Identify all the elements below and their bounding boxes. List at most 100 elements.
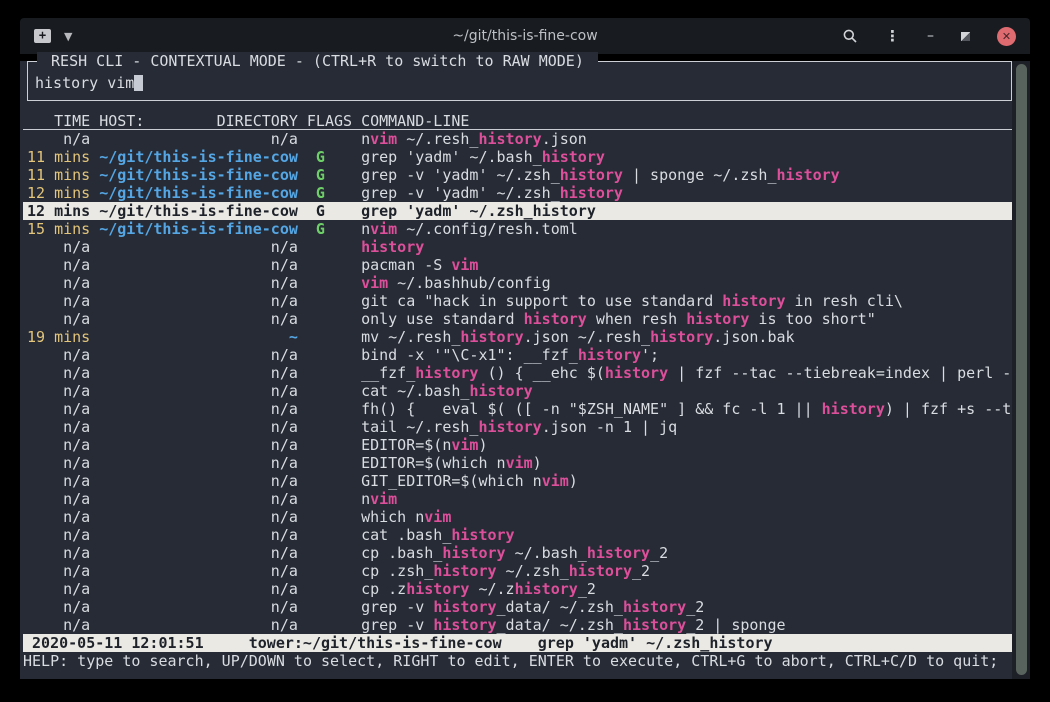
history-row[interactable]: n/an/acat .bash_history: [23, 526, 1012, 544]
history-row[interactable]: n/an/anvim: [23, 490, 1012, 508]
row-command: nvim: [361, 490, 1012, 508]
row-command: pacman -S vim: [361, 256, 1012, 274]
history-row[interactable]: 15 mins~/git/this-is-fine-cowGnvim ~/.co…: [23, 220, 1012, 238]
history-row[interactable]: n/a n/a EDITOR=$(which nvim): [23, 454, 1012, 472]
row-directory: n/a: [99, 454, 298, 472]
row-flags: [307, 274, 352, 292]
history-row[interactable]: n/an/anvim ~/.resh_history.json: [23, 130, 1012, 148]
row-directory: n/a: [99, 616, 298, 634]
history-row[interactable]: n/a n/a only use standard history when res…: [23, 310, 1012, 328]
row-directory: ~/git/this-is-fine-cow: [99, 202, 298, 220]
history-row[interactable]: n/an/aGIT_EDITOR=$(which nvim): [23, 472, 1012, 490]
history-row[interactable]: n/an/acp .bash_history ~/.bash_history_2: [23, 544, 1012, 562]
row-command: nvim ~/.config/resh.toml: [361, 220, 1012, 238]
history-row[interactable]: n/an/a__fzf_history () { __ehc $(history…: [23, 364, 1012, 382]
row-command: cp .zsh_history ~/.zsh_history_2: [361, 562, 1012, 580]
row-directory: ~: [99, 328, 298, 346]
history-row[interactable]: 11 mins~/git/this-is-fine-cowGgrep -v 'y…: [23, 166, 1012, 184]
history-row[interactable]: n/an/acat ~/.bash_history: [23, 382, 1012, 400]
history-row[interactable]: n/an/apacman -S vim: [23, 256, 1012, 274]
row-time: 12 mins: [27, 184, 90, 202]
row-time: n/a: [27, 238, 90, 256]
row-flags: [307, 454, 352, 472]
chevron-down-icon[interactable]: ▼: [64, 31, 72, 42]
history-row[interactable]: n/an/abind -x '"\C-x1": __fzf_history';: [23, 346, 1012, 364]
help-line: HELP: type to search, UP/DOWN to select,…: [23, 652, 1012, 670]
row-directory: n/a: [99, 418, 298, 436]
row-directory: n/a: [99, 292, 298, 310]
row-flags: [307, 616, 352, 634]
row-time: 15 mins: [27, 220, 90, 238]
row-flags: [307, 328, 352, 346]
history-row-selected[interactable]: 12 mins~/git/this-is-fine-cowGgrep 'yadm…: [23, 202, 1012, 220]
history-row[interactable]: 12 mins~/git/this-is-fine-cowGgrep -v 'y…: [23, 184, 1012, 202]
terminal-content: RESH CLI - CONTEXTUAL MODE - (CTRL+R to …: [20, 61, 1030, 679]
menu-kebab-icon[interactable]: ⋮: [885, 29, 900, 44]
row-command: fh() { eval $( ([ -n "$ZSH_NAME" ] && fc…: [361, 400, 1012, 418]
header-directory: DIRECTORY: [217, 112, 298, 130]
row-flags: [307, 382, 352, 400]
row-time: 11 mins: [27, 166, 90, 184]
row-time: n/a: [27, 292, 90, 310]
history-row[interactable]: n/an/agrep -v history_data/ ~/.zsh_histo…: [23, 616, 1012, 634]
row-flags: [307, 562, 352, 580]
terminal-window: + ▼ ~/git/this-is-fine-cow ⋮ – ✕ RESH CL…: [20, 18, 1030, 672]
row-command: cat .bash_history: [361, 526, 1012, 544]
status-bar: 2020-05-11 12:01:51tower:~/git/this-is-f…: [23, 634, 1012, 652]
scrollbar-track[interactable]: [1012, 61, 1030, 679]
history-row[interactable]: n/an/agit ca "hack in support to use sta…: [23, 292, 1012, 310]
minimize-button[interactable]: –: [927, 29, 934, 43]
row-directory: n/a: [99, 310, 298, 328]
row-flags: [307, 508, 352, 526]
row-command: mv ~/.resh_history.json ~/.resh_history.…: [361, 328, 1012, 346]
row-time: n/a: [27, 508, 90, 526]
history-row[interactable]: n/an/acp .zhistory ~/.zhistory_2: [23, 580, 1012, 598]
row-command: EDITOR=$(which nvim): [361, 454, 1012, 472]
row-time: n/a: [27, 598, 90, 616]
window-title: ~/git/this-is-fine-cow: [452, 28, 597, 44]
history-row[interactable]: n/an/acp .zsh_history ~/.zsh_history_2: [23, 562, 1012, 580]
history-row[interactable]: n/an/avim ~/.bashhub/config: [23, 274, 1012, 292]
row-time: n/a: [27, 364, 90, 382]
row-command: EDITOR=$(nvim): [361, 436, 1012, 454]
row-command: vim ~/.bashhub/config: [361, 274, 1012, 292]
status-datetime: 2020-05-11 12:01:51: [32, 634, 204, 652]
row-command: grep 'yadm' ~/.zsh_history: [361, 202, 1012, 220]
history-row[interactable]: 11 mins~/git/this-is-fine-cowGgrep 'yadm…: [23, 148, 1012, 166]
search-input[interactable]: history vim: [28, 74, 1011, 92]
row-flags: [307, 526, 352, 544]
row-time: n/a: [27, 310, 90, 328]
history-table: TIME HOST:DIRECTORY FLAGS COMMAND-LINE n…: [23, 112, 1012, 634]
row-flags: [307, 580, 352, 598]
row-command: grep -v history_data/ ~/.zsh_history_2 |…: [361, 616, 1012, 634]
row-time: n/a: [27, 454, 90, 472]
history-row[interactable]: n/an/afh() { eval $( ([ -n "$ZSH_NAME" ]…: [23, 400, 1012, 418]
header-flags: FLAGS: [307, 112, 352, 130]
history-row[interactable]: n/an/atail ~/.resh_history.json -n 1 | j…: [23, 418, 1012, 436]
row-command: cat ~/.bash_history: [361, 382, 1012, 400]
row-command: grep 'yadm' ~/.bash_history: [361, 148, 1012, 166]
resh-mode-title: RESH CLI - CONTEXTUAL MODE - (CTRL+R to …: [37, 52, 598, 70]
row-time: n/a: [27, 580, 90, 598]
search-icon[interactable]: [842, 28, 858, 44]
row-command: only use standard history when resh hist…: [361, 310, 1012, 328]
history-row[interactable]: 19 mins~mv ~/.resh_history.json ~/.resh_…: [23, 328, 1012, 346]
row-flags: [307, 436, 352, 454]
history-row[interactable]: n/an/awhich nvim: [23, 508, 1012, 526]
history-row[interactable]: n/an/ahistory: [23, 238, 1012, 256]
new-tab-icon[interactable]: +: [34, 29, 51, 43]
row-time: n/a: [27, 400, 90, 418]
history-row[interactable]: n/an/agrep -v history_data/ ~/.zsh_histo…: [23, 598, 1012, 616]
row-command: cp .bash_history ~/.bash_history_2: [361, 544, 1012, 562]
row-time: n/a: [27, 490, 90, 508]
row-time: n/a: [27, 562, 90, 580]
close-button[interactable]: ✕: [997, 27, 1016, 46]
row-command: GIT_EDITOR=$(which nvim): [361, 472, 1012, 490]
row-directory: n/a: [99, 508, 298, 526]
row-time: n/a: [27, 274, 90, 292]
titlebar[interactable]: + ▼ ~/git/this-is-fine-cow ⋮ – ✕: [20, 18, 1030, 54]
scrollbar-thumb[interactable]: [1016, 64, 1027, 675]
header-command: COMMAND-LINE: [361, 112, 1012, 130]
restore-button[interactable]: [961, 32, 970, 41]
history-row[interactable]: n/an/aEDITOR=$(nvim): [23, 436, 1012, 454]
